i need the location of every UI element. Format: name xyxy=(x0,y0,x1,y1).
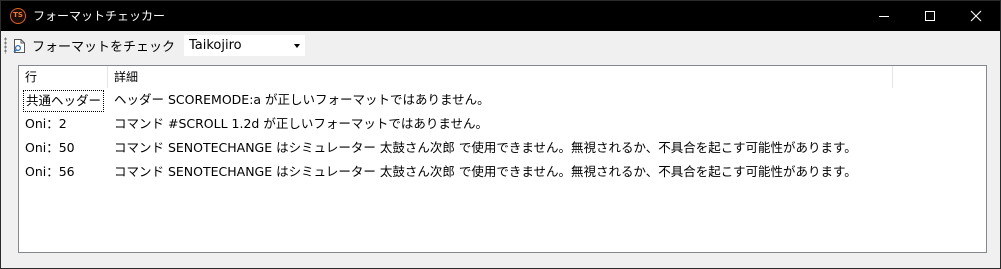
minimize-icon xyxy=(879,16,889,17)
document-search-icon xyxy=(13,38,25,53)
close-button[interactable] xyxy=(953,1,999,31)
maximize-icon xyxy=(925,11,935,21)
toolbar: フォーマットをチェック Taikojiro xyxy=(1,32,1000,59)
line-cell: Oni：56 xyxy=(25,164,75,179)
window-title: フォーマットチェッカー xyxy=(33,9,166,23)
column-header-line[interactable]: 行 xyxy=(19,66,108,88)
format-checker-window: TS フォーマットチェッカー フォーマットをチェック Taikojiro 行 詳… xyxy=(0,0,1001,269)
chevron-down-icon xyxy=(294,44,300,48)
detail-cell: ヘッダー SCOREMODE:a が正しいフォーマットではありません。 xyxy=(114,92,490,107)
check-format-label: フォーマットをチェック xyxy=(32,40,176,55)
list-rows: 共通ヘッダー ヘッダー SCOREMODE:a が正しいフォーマットではありませ… xyxy=(19,88,986,184)
maximize-button[interactable] xyxy=(907,1,953,31)
detail-cell: コマンド SENOTECHANGE はシミュレーター 太鼓さん次郎 で使用できま… xyxy=(114,164,857,179)
simulator-select[interactable]: Taikojiro xyxy=(184,35,305,56)
results-list[interactable]: 行 詳細 共通ヘッダー ヘッダー SCOREMODE:a が正しいフォーマットで… xyxy=(18,65,987,253)
close-icon xyxy=(970,10,982,22)
column-header-detail[interactable]: 詳細 xyxy=(108,66,893,88)
detail-cell: コマンド SENOTECHANGE はシミュレーター 太鼓さん次郎 で使用できま… xyxy=(114,140,857,155)
list-header: 行 詳細 xyxy=(19,66,986,88)
list-item[interactable]: Oni：50 コマンド SENOTECHANGE はシミュレーター 太鼓さん次郎… xyxy=(19,136,986,160)
minimize-button[interactable] xyxy=(861,1,907,31)
simulator-select-value: Taikojiro xyxy=(189,38,242,53)
list-item[interactable]: 共通ヘッダー ヘッダー SCOREMODE:a が正しいフォーマットではありませ… xyxy=(19,88,986,112)
list-item[interactable]: Oni：2 コマンド #SCROLL 1.2d が正しいフォーマットではありませ… xyxy=(19,112,986,136)
list-item[interactable]: Oni：56 コマンド SENOTECHANGE はシミュレーター 太鼓さん次郎… xyxy=(19,160,986,184)
app-logo-icon: TS xyxy=(10,8,26,24)
detail-cell: コマンド #SCROLL 1.2d が正しいフォーマットではありません。 xyxy=(114,116,488,131)
toolbar-grip[interactable] xyxy=(4,37,7,54)
line-cell: Oni：2 xyxy=(25,116,67,131)
line-cell: 共通ヘッダー xyxy=(23,90,105,112)
check-format-button[interactable]: フォーマットをチェック xyxy=(12,35,175,56)
line-cell: Oni：50 xyxy=(25,140,75,155)
title-bar[interactable]: TS フォーマットチェッカー xyxy=(1,1,1000,31)
